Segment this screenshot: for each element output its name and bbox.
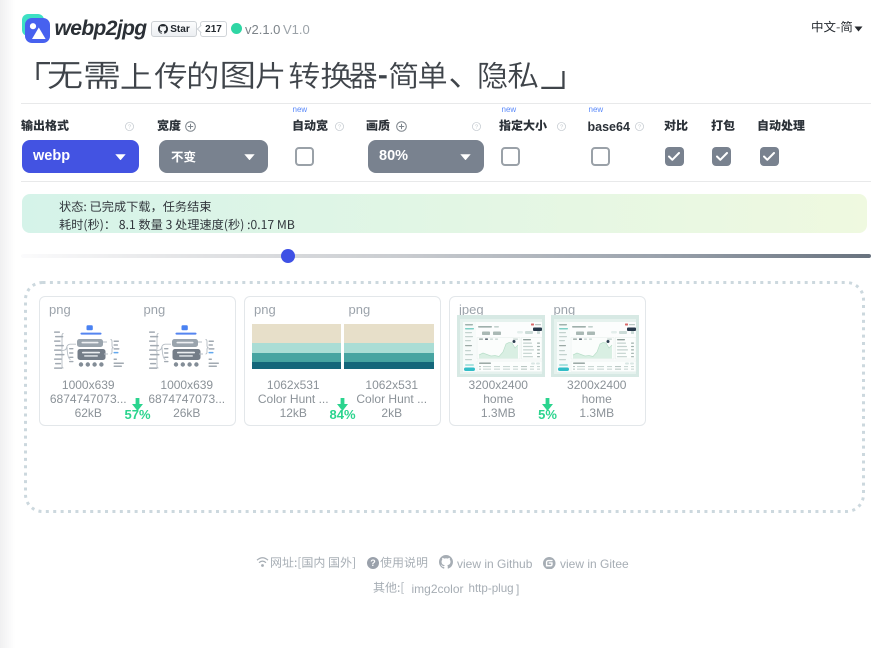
svg-text:?: ? [475, 125, 478, 131]
svg-text:?: ? [637, 125, 640, 131]
svg-text:?: ? [337, 125, 340, 131]
svg-text:?: ? [560, 125, 563, 131]
svg-text:?: ? [127, 125, 130, 131]
svg-text:?: ? [370, 558, 376, 568]
